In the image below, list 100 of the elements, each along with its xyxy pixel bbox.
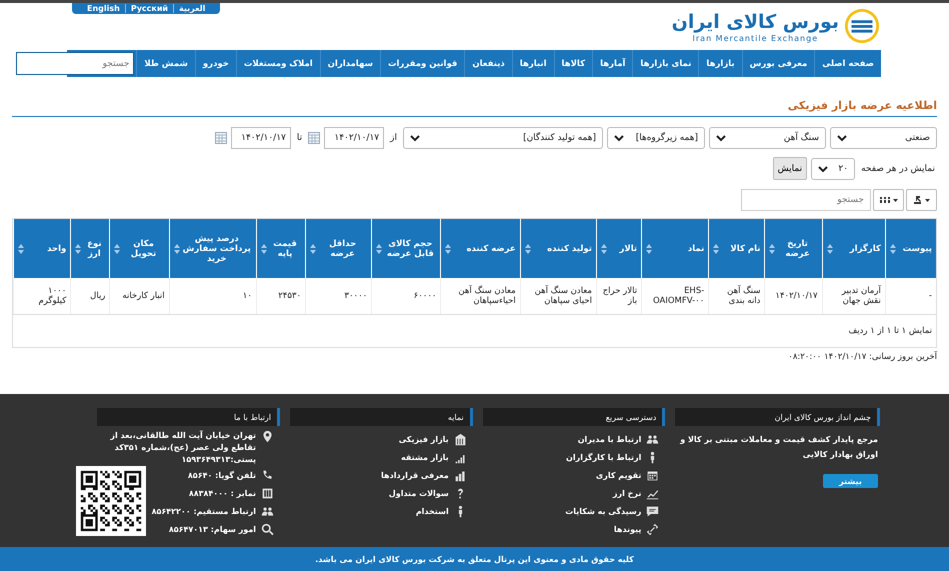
column-header[interactable]: کارگزار	[822, 219, 886, 278]
column-header[interactable]: نماد	[642, 219, 709, 278]
chevron-down-icon	[614, 133, 624, 143]
nav-item[interactable]: صفحه اصلی	[814, 50, 881, 77]
grid-icon	[261, 486, 274, 500]
page-title: اطلاعیه عرضه بازار فیزیکی	[12, 99, 937, 117]
language-link[interactable]: العربية	[173, 4, 210, 13]
footer-link[interactable]: نرخ ارز	[612, 488, 642, 498]
calendar-icon	[646, 468, 660, 482]
table-cell: ریال	[70, 278, 110, 314]
footer-link[interactable]: سوالات متداول	[388, 488, 449, 498]
nav-item[interactable]: بازارها	[698, 50, 742, 77]
table-cell: انبار کارخانه	[110, 278, 170, 314]
filter-select[interactable]: [همه زیرگروه‌ها]	[607, 127, 705, 149]
nav-item[interactable]: خودرو	[194, 50, 236, 77]
link-icon	[646, 522, 660, 536]
chevron-down-icon	[818, 164, 828, 174]
people-icon	[261, 504, 274, 518]
table-search-field[interactable]: جستجو	[741, 189, 871, 211]
column-header[interactable]: نوع ارز	[70, 219, 110, 278]
sort-icon	[890, 244, 896, 254]
date-field[interactable]: ۱۴۰۲/۱۰/۱۷	[230, 127, 291, 149]
sort-icon	[114, 244, 120, 254]
filter-select[interactable]: سنگ آهن	[709, 127, 826, 149]
table-cell: معادن سنگ آهن احیای سپاهان	[520, 278, 596, 314]
to-label: تا	[296, 133, 302, 143]
table-cell: ۱۴۰۲/۱۰/۱۷	[764, 278, 822, 314]
filter-select[interactable]: [همه تولید کنندگان]	[403, 127, 603, 149]
column-header[interactable]: تولید کننده	[520, 219, 596, 278]
footer-link[interactable]: ارتباط با کارگزاران	[566, 452, 642, 462]
message-icon	[646, 504, 660, 518]
bar-chart-icon	[454, 468, 467, 482]
footer-link[interactable]: پیوندها	[614, 524, 642, 534]
sort-icon	[445, 244, 452, 254]
logo-subtitle: Iran Mercantile Exchange	[692, 34, 818, 42]
table-cell: تالار حراج باز	[596, 278, 642, 314]
column-header[interactable]: حجم کالای قابل عرضه	[372, 219, 441, 278]
nav-item[interactable]: ذینفعان	[464, 50, 512, 77]
search-field[interactable]: جستجو	[16, 52, 134, 75]
nav-item[interactable]: املاک ومستغلات	[236, 50, 320, 77]
filter-select[interactable]: صنعتی	[830, 127, 937, 149]
footer-link[interactable]: رسیدگی به شکایات	[565, 506, 642, 516]
column-header[interactable]: تالار	[596, 219, 642, 278]
logo-emblem-icon	[843, 7, 881, 45]
sort-icon	[376, 244, 382, 254]
table-cell: EHS-OAIOMFV-۰۰	[642, 278, 709, 314]
more-button[interactable]: بیشتر	[823, 474, 878, 488]
sort-icon	[174, 244, 180, 254]
column-header[interactable]: واحد	[14, 219, 71, 278]
footer-link[interactable]: معرفی قراردادها	[381, 470, 449, 480]
grid-icon	[878, 195, 900, 205]
language-link[interactable]: English	[82, 4, 125, 13]
page-size-label: نمایش در هر صفحه	[861, 164, 935, 174]
table-cell: آرمان تدبیر نقش جهان	[822, 278, 886, 314]
table-cell: ۲۴۵۳۰	[256, 278, 306, 314]
sort-icon	[18, 244, 24, 254]
nav-item[interactable]: شمش طلا	[136, 50, 195, 77]
language-link[interactable]: Русский	[124, 4, 174, 13]
copyright-text: کلیه حقوق مادی و معنوی این پرتال متعلق به شرکت بورس کالای ایران می باشد.	[0, 547, 949, 571]
column-header[interactable]: مکان تحویل	[110, 219, 170, 278]
search-icon	[261, 522, 274, 536]
footer-link[interactable]: بازار مشتقه	[400, 452, 449, 462]
footer-link[interactable]: تقویم کاری	[596, 470, 642, 480]
footer-link[interactable]: استخدام	[416, 506, 449, 516]
logo-title: بورس کالای ایران	[672, 10, 839, 34]
sort-icon	[713, 244, 720, 254]
sort-icon	[310, 244, 316, 254]
footer-heading: نمایه	[290, 408, 473, 426]
page-size-select[interactable]: ۲۰	[811, 158, 856, 180]
footer-link[interactable]: بازار فیزیکی	[398, 434, 449, 444]
footer-link[interactable]: ارتباط با مدیران	[578, 434, 642, 444]
table-cell: سنگ آهن دانه بندی	[708, 278, 765, 314]
nav-item[interactable]: نمای بازارها	[632, 50, 698, 77]
date-field[interactable]: ۱۴۰۲/۱۰/۱۷	[324, 127, 384, 149]
address-text: تهران خیابان آیت الله طالقانی،بعد از تقاطع ولی عصر (عج)،شماره ۳۵۱کد پستی:۱۵۹۳۶۴۹۳۱۳	[109, 430, 256, 466]
sort-icon	[260, 244, 267, 254]
sort-icon	[646, 244, 652, 254]
show-button[interactable]: نمایش	[772, 157, 808, 180]
column-header[interactable]: حداقل عرضه	[306, 219, 372, 278]
nav-item[interactable]: آمارها	[592, 50, 632, 77]
nav-item[interactable]: قوانین ومقررات	[380, 50, 464, 77]
nav-item[interactable]: معرفی بورس	[742, 50, 814, 77]
nav-item[interactable]: انبارها	[512, 50, 554, 77]
column-header[interactable]: تاریخ عرضه	[764, 219, 822, 278]
nav-item[interactable]: سهامداران	[320, 50, 380, 77]
contact-text: ارتباط مستقیم: ۸۵۶۴۲۲۰۰	[152, 506, 256, 516]
column-header[interactable]: نام کالا	[708, 219, 765, 278]
column-header[interactable]: درصد پیش پرداخت سفارش خرید	[169, 219, 256, 278]
nav-item[interactable]: کالاها	[554, 50, 592, 77]
columns-button[interactable]	[873, 189, 904, 211]
export-button[interactable]	[906, 189, 937, 211]
column-header[interactable]: قیمت پایه	[256, 219, 306, 278]
building-icon	[454, 432, 467, 446]
footer-heading: چشم انداز بورس کالای ایران	[675, 408, 880, 426]
table-cell: ۱۰۰۰ کیلوگرم	[14, 278, 71, 314]
column-header[interactable]: عرضه کننده	[440, 219, 520, 278]
from-label: از	[390, 133, 397, 143]
sort-icon	[769, 244, 776, 254]
column-header[interactable]: پیوست	[885, 219, 936, 278]
table-cell: معادن سنگ آهن احیاءسپاهان	[440, 278, 520, 314]
